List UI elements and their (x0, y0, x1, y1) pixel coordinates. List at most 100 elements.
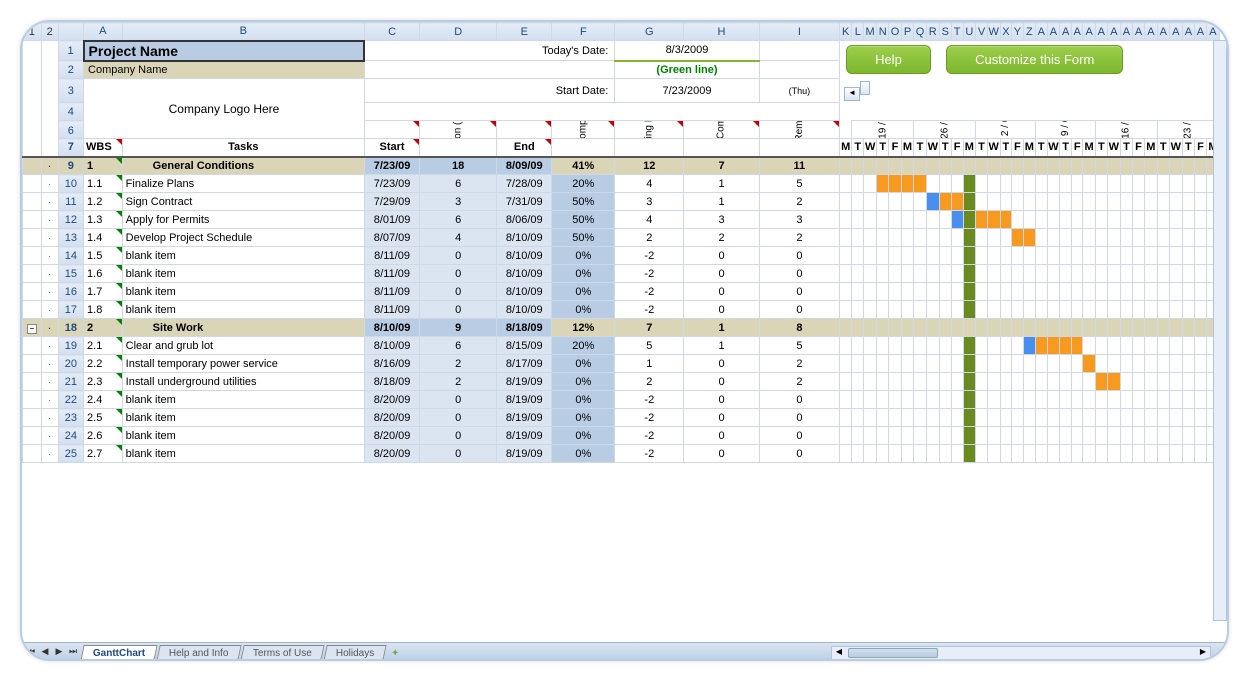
gantt-cell[interactable] (901, 211, 914, 229)
pct-cell[interactable]: 20% (552, 175, 615, 193)
row-header-1[interactable]: 1 (58, 41, 83, 61)
gantt-cell[interactable] (1060, 247, 1072, 265)
tab-nav-prev[interactable]: ◀ (38, 646, 52, 660)
col-header-gantt-16[interactable]: A (1036, 23, 1048, 41)
gantt-cell[interactable] (1182, 391, 1194, 409)
gantt-cell[interactable] (1120, 175, 1132, 193)
gantt-cell[interactable] (1095, 355, 1107, 373)
gantt-cell[interactable] (1157, 391, 1169, 409)
row-header-23[interactable]: 23 (58, 409, 83, 427)
row-header-3[interactable]: 3 (58, 79, 83, 103)
gantt-cell[interactable] (1157, 265, 1169, 283)
wd-cell[interactable]: -2 (615, 247, 684, 265)
gantt-cell[interactable] (1169, 193, 1182, 211)
gantt-cell[interactable] (852, 247, 864, 265)
gantt-cell[interactable] (951, 409, 963, 427)
end-cell[interactable]: 8/10/09 (497, 247, 552, 265)
row-header-2[interactable]: 2 (58, 61, 83, 79)
gantt-cell[interactable] (976, 211, 988, 229)
gantt-cell[interactable] (1036, 319, 1048, 337)
gantt-cell[interactable] (1036, 229, 1048, 247)
row-header-6[interactable]: 6 (58, 121, 83, 139)
gantt-cell[interactable] (1060, 193, 1072, 211)
gantt-cell[interactable] (1145, 373, 1158, 391)
gantt-cell[interactable] (1000, 265, 1012, 283)
wbs-cell[interactable]: 2.7 (84, 445, 123, 463)
start-cell[interactable]: 8/11/09 (364, 247, 419, 265)
wd-cell[interactable]: -2 (615, 283, 684, 301)
gantt-cell[interactable] (1194, 175, 1206, 193)
end-cell[interactable]: 8/19/09 (497, 373, 552, 391)
gantt-cell[interactable] (1000, 247, 1012, 265)
gantt-cell[interactable] (914, 247, 926, 265)
start-cell[interactable]: 8/18/09 (364, 373, 419, 391)
dc-cell[interactable]: 1 (684, 193, 759, 211)
wbs-cell[interactable]: 1.5 (84, 247, 123, 265)
gantt-cell[interactable] (1095, 337, 1107, 355)
gantt-cell[interactable] (1157, 427, 1169, 445)
start-cell[interactable]: 8/01/09 (364, 211, 419, 229)
gantt-cell[interactable] (1132, 283, 1144, 301)
gantt-cell[interactable] (1132, 427, 1144, 445)
end-cell[interactable]: 7/28/09 (497, 175, 552, 193)
gantt-cell[interactable] (901, 427, 914, 445)
gantt-cell[interactable] (1182, 211, 1194, 229)
end-cell[interactable]: 8/09/09 (497, 157, 552, 175)
gantt-cell[interactable] (963, 175, 976, 193)
gantt-cell[interactable] (840, 427, 852, 445)
gantt-cell[interactable] (976, 229, 988, 247)
gantt-cell[interactable] (976, 337, 988, 355)
gantt-cell[interactable] (1120, 211, 1132, 229)
gantt-cell[interactable] (914, 319, 926, 337)
task-cell[interactable]: blank item (122, 265, 364, 283)
gantt-cell[interactable] (1194, 157, 1206, 175)
wbs-cell[interactable]: 1.6 (84, 265, 123, 283)
gantt-cell[interactable] (1060, 211, 1072, 229)
gantt-cell[interactable] (864, 175, 877, 193)
dr-cell[interactable]: 5 (759, 175, 839, 193)
gantt-cell[interactable] (1036, 355, 1048, 373)
gantt-cell[interactable] (926, 247, 939, 265)
gantt-cell[interactable] (939, 391, 951, 409)
gantt-cell[interactable] (1083, 373, 1095, 391)
gantt-cell[interactable] (1023, 175, 1035, 193)
col-header-gantt-22[interactable]: A (1107, 23, 1120, 41)
gantt-cell[interactable] (889, 247, 901, 265)
wbs-cell[interactable]: 2.6 (84, 427, 123, 445)
gantt-cell[interactable] (889, 211, 901, 229)
gantt-cell[interactable] (1107, 427, 1120, 445)
gantt-cell[interactable] (1012, 247, 1024, 265)
pct-cell[interactable]: 41% (552, 157, 615, 175)
wbs-cell[interactable]: 2.2 (84, 355, 123, 373)
gantt-cell[interactable] (1095, 373, 1107, 391)
tab-nav-last[interactable]: ⏭ (66, 646, 80, 660)
col-header-gantt-5[interactable]: P (901, 23, 914, 41)
gantt-cell[interactable] (1023, 373, 1035, 391)
gantt-cell[interactable] (1071, 283, 1083, 301)
gantt-cell[interactable] (1036, 373, 1048, 391)
gantt-cell[interactable] (1060, 301, 1072, 319)
gantt-cell[interactable] (1194, 283, 1206, 301)
gantt-cell[interactable] (951, 319, 963, 337)
gantt-cell[interactable] (1036, 427, 1048, 445)
gantt-cell[interactable] (1047, 319, 1060, 337)
gantt-cell[interactable] (1023, 337, 1035, 355)
task-cell[interactable]: blank item (122, 283, 364, 301)
gantt-cell[interactable] (1095, 265, 1107, 283)
end-cell[interactable]: 8/19/09 (497, 427, 552, 445)
gantt-cell[interactable] (1036, 193, 1048, 211)
gantt-cell[interactable] (1036, 247, 1048, 265)
col-header-gantt-24[interactable]: A (1132, 23, 1144, 41)
dc-cell[interactable]: 0 (684, 445, 759, 463)
gantt-cell[interactable] (1120, 319, 1132, 337)
gantt-cell[interactable] (951, 355, 963, 373)
start-cell[interactable]: 8/20/09 (364, 409, 419, 427)
gantt-cell[interactable] (889, 337, 901, 355)
gantt-cell[interactable] (987, 175, 1000, 193)
gantt-cell[interactable] (1194, 355, 1206, 373)
gantt-cell[interactable] (963, 427, 976, 445)
gantt-cell[interactable] (840, 283, 852, 301)
gantt-cell[interactable] (1012, 283, 1024, 301)
gantt-cell[interactable] (1145, 355, 1158, 373)
dc-cell[interactable]: 3 (684, 211, 759, 229)
